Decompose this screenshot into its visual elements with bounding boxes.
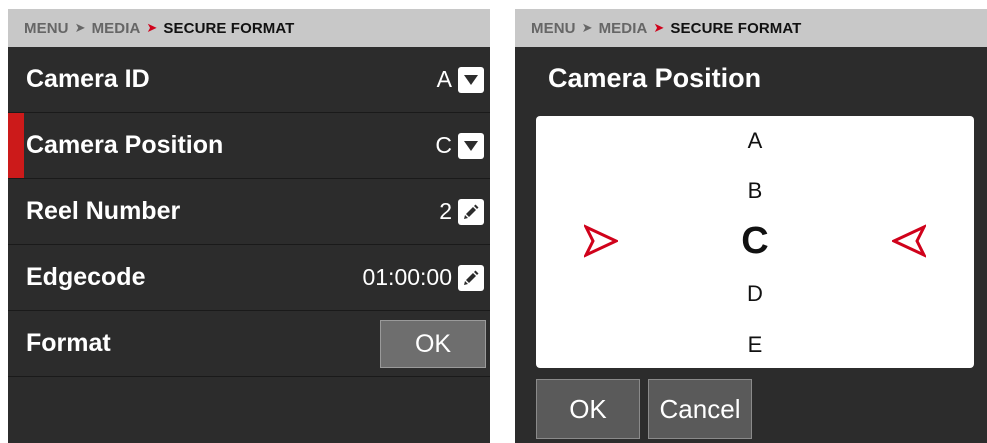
reel-number-label: Reel Number: [26, 197, 181, 225]
camera-position-row[interactable]: Camera Position C: [8, 113, 490, 179]
breadcrumb-separator-icon: ➤: [581, 20, 593, 35]
breadcrumb: MENU ➤ MEDIA ➤ SECURE FORMAT: [8, 9, 490, 47]
edgecode-label: Edgecode: [26, 263, 146, 291]
breadcrumb-menu[interactable]: MENU: [531, 20, 576, 37]
format-label: Format: [26, 329, 111, 357]
picker-option[interactable]: E: [536, 332, 974, 358]
reel-number-value: 2: [439, 198, 452, 224]
selection-arrow-left-icon: [890, 223, 928, 263]
cancel-button[interactable]: Cancel: [648, 379, 752, 439]
chevron-down-icon[interactable]: [458, 66, 484, 93]
breadcrumb-current: SECURE FORMAT: [163, 19, 295, 37]
camera-id-row[interactable]: Camera ID A: [8, 47, 490, 113]
breadcrumb-current-arrow-icon: ➤: [653, 20, 665, 35]
camera-position-label: Camera Position: [26, 131, 224, 159]
format-row: Format OK: [8, 311, 490, 377]
camera-position-value: C: [435, 132, 452, 158]
breadcrumb-media[interactable]: MEDIA: [92, 20, 141, 37]
format-ok-button[interactable]: OK: [380, 320, 486, 368]
picker-option[interactable]: B: [536, 178, 974, 204]
breadcrumb: MENU ➤ MEDIA ➤ SECURE FORMAT: [515, 9, 987, 47]
camera-position-dialog-panel: MENU ➤ MEDIA ➤ SECURE FORMAT Camera Posi…: [515, 9, 987, 443]
selection-arrow-right-icon: [582, 223, 620, 263]
pencil-icon[interactable]: [458, 198, 484, 225]
secure-format-panel: MENU ➤ MEDIA ➤ SECURE FORMAT Camera ID A…: [8, 9, 490, 443]
camera-position-picker[interactable]: A B C D E: [536, 116, 974, 368]
dialog-title: Camera Position: [548, 62, 762, 93]
picker-option[interactable]: D: [536, 281, 974, 307]
breadcrumb-current: SECURE FORMAT: [670, 19, 802, 37]
ok-button[interactable]: OK: [536, 379, 640, 439]
breadcrumb-separator-icon: ➤: [74, 20, 86, 35]
breadcrumb-current-arrow-icon: ➤: [146, 20, 158, 35]
breadcrumb-media[interactable]: MEDIA: [599, 20, 648, 37]
pencil-icon[interactable]: [458, 264, 484, 291]
camera-id-value: A: [436, 66, 452, 92]
picker-option[interactable]: A: [536, 128, 974, 154]
breadcrumb-menu[interactable]: MENU: [24, 20, 69, 37]
edgecode-value: 01:00:00: [362, 264, 452, 290]
reel-number-row[interactable]: Reel Number 2: [8, 179, 490, 245]
edgecode-row[interactable]: Edgecode 01:00:00: [8, 245, 490, 311]
chevron-down-icon[interactable]: [458, 132, 484, 159]
camera-id-label: Camera ID: [26, 65, 150, 93]
